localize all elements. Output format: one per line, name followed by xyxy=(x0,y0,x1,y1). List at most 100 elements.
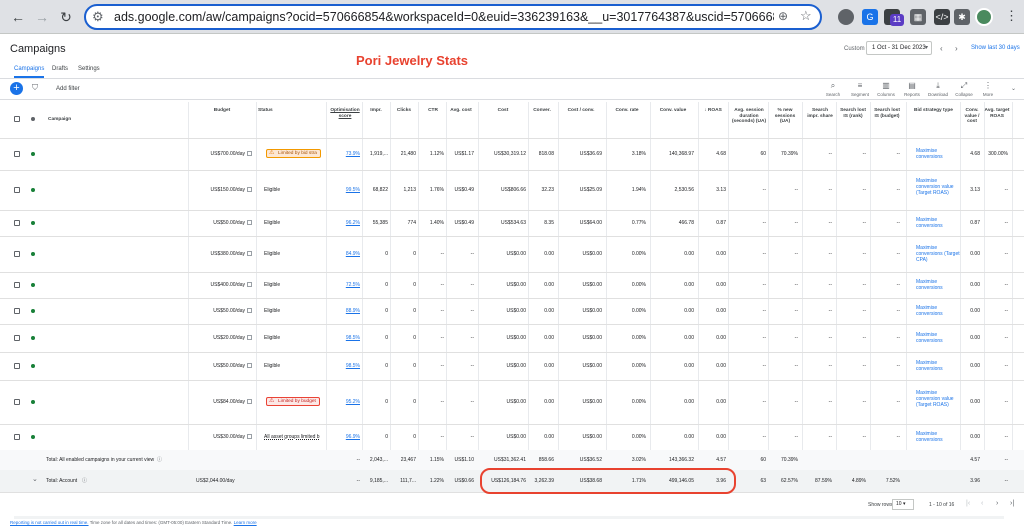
add-filter-button[interactable]: Add filter xyxy=(56,86,80,92)
header-newsess[interactable]: % new sessions (UA) xyxy=(770,108,800,125)
enabled-status-dot[interactable] xyxy=(31,309,35,313)
budget-cell[interactable]: US$50.00/day xyxy=(192,220,252,226)
row-checkbox[interactable] xyxy=(14,363,20,369)
edit-budget-icon[interactable] xyxy=(247,399,252,405)
enabled-status-dot[interactable] xyxy=(31,364,35,368)
opt-cell[interactable]: 88.9% xyxy=(328,308,360,314)
edit-budget-icon[interactable] xyxy=(247,251,252,257)
bid-strategy-link[interactable]: Maximise conversion value (Target ROAS) xyxy=(916,178,960,196)
row-checkbox[interactable] xyxy=(14,399,20,405)
enabled-status-dot[interactable] xyxy=(31,336,35,340)
header-cpc[interactable]: Avg. cost xyxy=(446,108,476,114)
bid-strategy-link[interactable]: Maximise conversion value (Target ROAS) xyxy=(916,390,960,408)
status-filter-dot[interactable] xyxy=(31,117,35,121)
budget-cell[interactable]: US$84.00/day xyxy=(192,399,252,405)
site-info-icon[interactable]: ⚙ xyxy=(92,9,104,25)
zoom-icon[interactable]: ⊕ xyxy=(778,9,788,23)
expand-chevron-icon[interactable]: ⌄ xyxy=(32,476,38,483)
row-checkbox[interactable] xyxy=(14,308,20,314)
budget-cell[interactable]: US$50.00/day xyxy=(192,363,252,369)
row-checkbox[interactable] xyxy=(14,282,20,288)
header-convrate[interactable]: Conv. rate xyxy=(606,108,648,114)
enabled-status-dot[interactable] xyxy=(31,283,35,287)
opt-cell[interactable]: 98.5% xyxy=(328,363,360,369)
header-cost[interactable]: Cost xyxy=(478,108,528,114)
realtime-note-link[interactable]: Reporting is not carried out in real tim… xyxy=(10,520,89,525)
help-icon[interactable]: ⓘ xyxy=(82,478,87,484)
browser-menu-icon[interactable]: ⋮ xyxy=(1005,8,1018,24)
enabled-status-dot[interactable] xyxy=(31,221,35,225)
prev-page-icon[interactable]: ‹ xyxy=(981,500,983,507)
help-icon[interactable]: ⓘ xyxy=(157,457,162,463)
more-tool[interactable]: ⋮ More xyxy=(973,81,1003,97)
budget-cell[interactable]: US$50.00/day xyxy=(192,308,252,314)
extension-icon[interactable]: G xyxy=(862,9,878,25)
enabled-status-dot[interactable] xyxy=(31,400,35,404)
prev-period-icon[interactable]: ‹ xyxy=(940,44,943,53)
bid-strategy-link[interactable]: Maximise conversions (Target CPA) xyxy=(916,245,960,263)
header-lisrank[interactable]: Search lost IS (rank) xyxy=(838,108,868,119)
row-checkbox[interactable] xyxy=(14,220,20,226)
learn-more-link[interactable]: Learn more xyxy=(234,520,257,525)
bid-strategy-link[interactable]: Maximise conversions xyxy=(916,279,960,291)
header-conv[interactable]: Conver. xyxy=(528,108,556,114)
bid-strategy-link[interactable]: Maximise conversions xyxy=(916,332,960,344)
budget-cell[interactable]: US$30.00/day xyxy=(192,434,252,440)
extension-icon[interactable] xyxy=(838,9,854,25)
header-ctr[interactable]: CTR xyxy=(420,108,446,114)
filter-icon[interactable]: ⛉ xyxy=(32,83,38,93)
row-checkbox[interactable] xyxy=(14,151,20,157)
enabled-status-dot[interactable] xyxy=(31,152,35,156)
budget-cell[interactable]: US$400.00/day xyxy=(192,282,252,288)
header-opt[interactable]: Optimisation score xyxy=(328,108,362,119)
budget-cell[interactable]: US$20.00/day xyxy=(192,335,252,341)
back-icon[interactable]: ← xyxy=(8,7,28,27)
budget-cell[interactable]: US$380.00/day xyxy=(192,251,252,257)
header-cvcost[interactable]: Conv. value / cost xyxy=(962,108,982,125)
next-page-icon[interactable]: › xyxy=(996,500,998,507)
row-checkbox[interactable] xyxy=(14,187,20,193)
profile-avatar[interactable] xyxy=(975,8,993,26)
opt-cell[interactable]: 84.9% xyxy=(328,251,360,257)
opt-cell[interactable]: 96.9% xyxy=(328,434,360,440)
header-clicks[interactable]: Clicks xyxy=(390,108,418,114)
edit-budget-icon[interactable] xyxy=(247,308,252,314)
edit-budget-icon[interactable] xyxy=(247,434,252,440)
opt-cell[interactable]: 95.2% xyxy=(328,399,360,405)
header-troas[interactable]: Avg. target ROAS xyxy=(984,108,1010,119)
enabled-status-dot[interactable] xyxy=(31,188,35,192)
budget-cell[interactable]: US$700.00/day xyxy=(192,151,252,157)
add-campaign-button[interactable]: + xyxy=(10,82,23,95)
address-bar[interactable]: ⚙ ads.google.com/aw/campaigns?ocid=57066… xyxy=(84,4,822,30)
search-tool[interactable]: ⌕ Search xyxy=(818,81,848,97)
header-roas[interactable]: ↓ ROAS xyxy=(698,108,728,114)
chevron-down-icon[interactable]: ⌄ xyxy=(1011,85,1016,92)
header-cpa[interactable]: Cost / conv. xyxy=(558,108,604,114)
show-last-30-days-link[interactable]: Show last 30 days xyxy=(971,45,1020,51)
bid-strategy-link[interactable]: Maximise conversions xyxy=(916,217,960,229)
edit-budget-icon[interactable] xyxy=(247,282,252,288)
extension-icon[interactable]: </> xyxy=(934,9,950,25)
edit-budget-icon[interactable] xyxy=(247,151,252,157)
status-warning-chip[interactable]: ⚠ Limited by bid stra xyxy=(266,149,321,158)
date-range-picker[interactable]: 1 Oct - 31 Dec 2023 ▾ xyxy=(866,41,932,55)
bookmark-star-icon[interactable]: ☆ xyxy=(800,8,812,24)
header-campaign[interactable]: Campaign xyxy=(48,117,71,123)
opt-cell[interactable]: 98.5% xyxy=(328,335,360,341)
row-checkbox[interactable] xyxy=(14,335,20,341)
bid-strategy-link[interactable]: Maximise conversions xyxy=(916,360,960,372)
header-budget[interactable]: Budget xyxy=(192,108,252,114)
opt-cell[interactable]: 72.5% xyxy=(328,282,360,288)
edit-budget-icon[interactable] xyxy=(247,363,252,369)
select-all-checkbox[interactable] xyxy=(14,116,20,122)
first-page-icon[interactable]: |‹ xyxy=(966,500,970,507)
last-page-icon[interactable]: ›| xyxy=(1010,500,1014,507)
opt-cell[interactable]: 73.9% xyxy=(328,151,360,157)
bid-strategy-link[interactable]: Maximise conversions xyxy=(916,305,960,317)
header-bidstrat[interactable]: Bid strategy type xyxy=(914,108,960,114)
opt-cell[interactable]: 99.5% xyxy=(328,187,360,193)
enabled-status-dot[interactable] xyxy=(31,252,35,256)
edit-budget-icon[interactable] xyxy=(247,187,252,193)
header-convval[interactable]: Conv. value xyxy=(650,108,696,114)
header-impr[interactable]: Impr. xyxy=(362,108,390,114)
